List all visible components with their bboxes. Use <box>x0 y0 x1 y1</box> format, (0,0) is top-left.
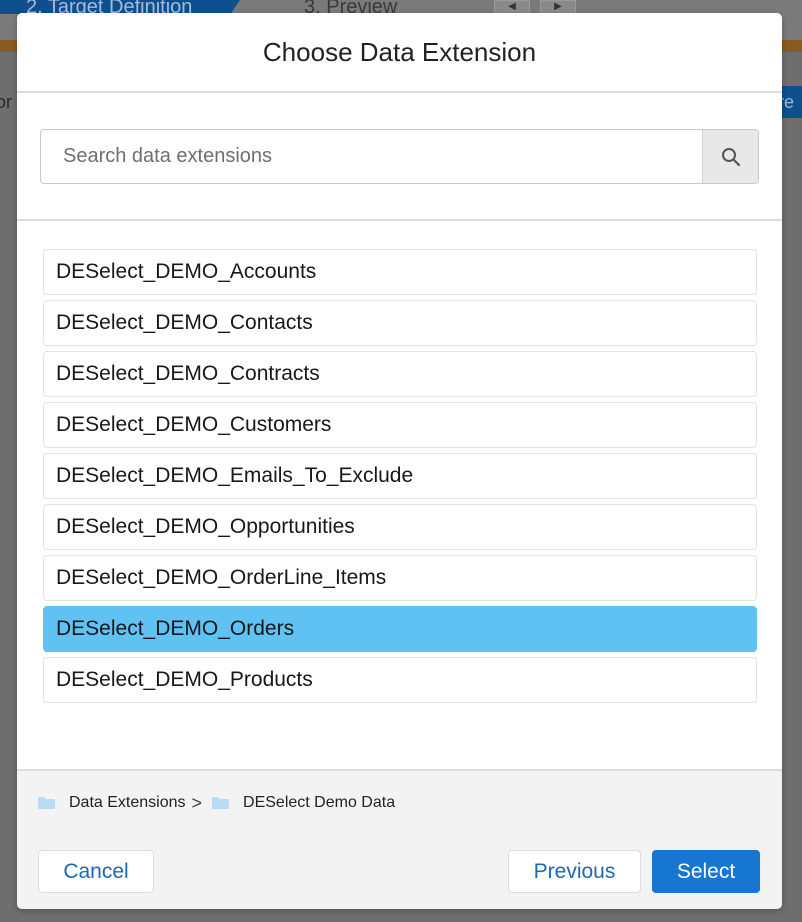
search-section <box>17 95 782 221</box>
data-extension-list: DESelect_DEMO_Accounts DESelect_DEMO_Cont… <box>43 249 757 708</box>
list-item[interactable]: DESelect_DEMO_Products <box>43 657 757 703</box>
chevron-right-icon: > <box>191 792 203 813</box>
breadcrumb: Data Extensions > DESelect Demo Data <box>38 793 395 813</box>
cancel-button[interactable]: Cancel <box>38 850 154 893</box>
background-prev-arrow-icon: ◀ <box>494 0 530 14</box>
list-item[interactable]: DESelect_DEMO_Accounts <box>43 249 757 295</box>
modal-footer: Data Extensions > DESelect Demo Data Can… <box>17 769 782 909</box>
list-item[interactable]: DESelect_DEMO_Contacts <box>43 300 757 346</box>
list-item[interactable]: DESelect_DEMO_Contracts <box>43 351 757 397</box>
modal-title: Choose Data Extension <box>262 36 537 67</box>
search-button[interactable] <box>702 130 758 183</box>
choose-data-extension-modal: Choose Data Extension DESelect_DEMO_Acco… <box>17 13 782 909</box>
list-item[interactable]: DESelect_DEMO_Emails_To_Exclude <box>43 453 757 499</box>
background-next-arrow-icon: ▶ <box>540 0 576 14</box>
modal-header: Choose Data Extension <box>17 13 782 93</box>
search-icon <box>721 147 740 166</box>
background-step-preview: 3. Preview <box>304 0 398 14</box>
folder-icon <box>38 797 55 809</box>
search-input[interactable] <box>41 130 703 183</box>
previous-button[interactable]: Previous <box>508 850 641 893</box>
list-item[interactable]: DESelect_DEMO_Orders <box>43 606 757 652</box>
list-item[interactable]: DESelect_DEMO_Customers <box>43 402 757 448</box>
breadcrumb-item-data-extensions[interactable]: Data Extensions <box>69 794 186 812</box>
folder-icon <box>212 797 230 809</box>
select-button[interactable]: Select <box>652 850 760 893</box>
background-left-text-fragment: or <box>0 92 13 112</box>
breadcrumb-item-deselect-demo-data[interactable]: DESelect Demo Data <box>243 794 395 812</box>
background-step-target-definition: 2. Target Definition <box>0 0 240 14</box>
list-item[interactable]: DESelect_DEMO_OrderLine_Items <box>43 555 757 601</box>
list-item[interactable]: DESelect_DEMO_Opportunities <box>43 504 757 550</box>
search-box <box>40 129 759 184</box>
